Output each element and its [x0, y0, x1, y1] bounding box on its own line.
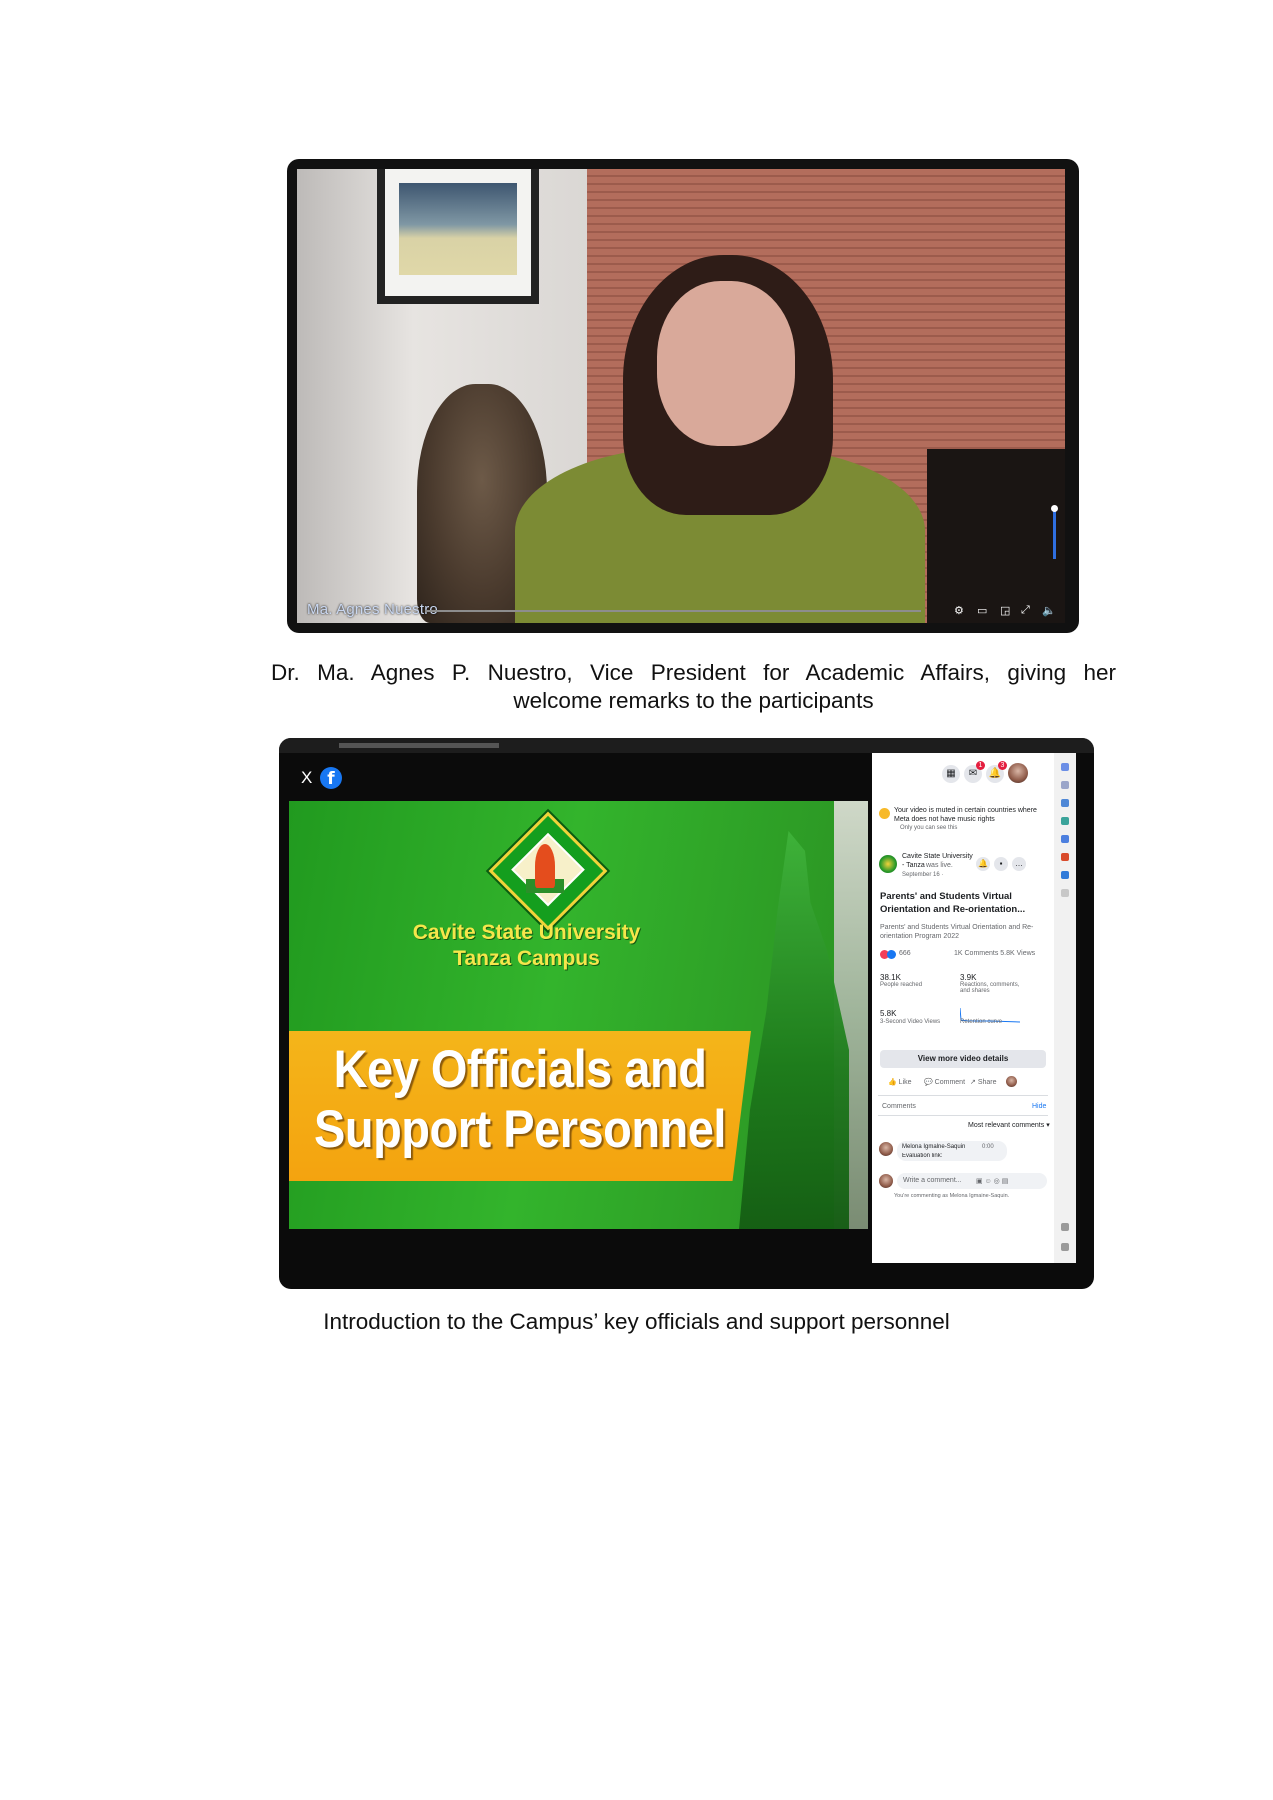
close-icon[interactable]: X	[301, 768, 312, 788]
divider	[878, 1095, 1048, 1096]
fullscreen-icon[interactable]: ⤢	[1021, 604, 1030, 617]
framed-picture	[377, 169, 539, 304]
stat-value-views: 5.8K	[880, 1009, 897, 1018]
volume-handle[interactable]	[1051, 505, 1058, 512]
add-icon[interactable]	[1061, 889, 1069, 897]
seal-torch-icon	[535, 844, 555, 888]
share-label: Share	[977, 1079, 997, 1086]
commenting-as-note: You're commenting as Melona Igmaine-Saqu…	[894, 1193, 1010, 1199]
warning-icon	[879, 808, 890, 819]
bell-icon[interactable]: 🔔	[976, 857, 990, 871]
write-comment-placeholder[interactable]: Write a comment...	[903, 1177, 962, 1184]
speaker-face	[657, 281, 795, 446]
figure1-caption-line2: welcome remarks to the participants	[513, 688, 874, 713]
facebook-live-screenshot: X f Cavite State University Tanza Campus…	[279, 738, 1094, 1289]
my-avatar	[879, 1174, 893, 1188]
save-icon[interactable]: ▪	[994, 857, 1008, 871]
comment-tools-icons[interactable]: ▣ ☺ ◎ ▤	[976, 1177, 1008, 1185]
hide-comments-link[interactable]: Hide	[1032, 1103, 1046, 1110]
slide-campus-name: Tanza Campus	[453, 947, 600, 970]
like-label: Like	[898, 1079, 912, 1086]
sidebar-layout-icon[interactable]	[1061, 1223, 1069, 1231]
page-avatar[interactable]	[879, 855, 897, 873]
comment-icon: 💬	[924, 1079, 935, 1086]
tools-icon[interactable]	[1061, 799, 1069, 807]
search-icon[interactable]	[1061, 763, 1069, 771]
divider	[878, 1115, 1048, 1116]
banner-line1: Key Officials and	[333, 1038, 707, 1099]
favorites-icon[interactable]	[1061, 781, 1069, 789]
settings-gear-icon[interactable]: ⚙	[954, 604, 964, 617]
settings-icon[interactable]	[1061, 1243, 1069, 1251]
commenter-name[interactable]: Melona Igmalne-Saquin	[902, 1144, 965, 1150]
like-icon: 👍	[888, 1079, 899, 1086]
stat-value-reached: 38.1K	[880, 973, 901, 982]
more-options-icon[interactable]: …	[1012, 857, 1026, 871]
comment-button[interactable]: 💬 Comment	[924, 1078, 965, 1086]
title-banner: Key Officials and Support Personnel	[289, 1031, 751, 1181]
post-desc-line2: orientation Program 2022	[880, 933, 959, 940]
shopping-icon[interactable]	[1061, 817, 1069, 825]
comment-label: Comment	[934, 1079, 966, 1086]
view-video-details-button[interactable]: View more video details	[880, 1050, 1046, 1068]
browser-tab-strip	[279, 738, 1094, 753]
post-title-line2: Orientation and Re-orientation...	[880, 904, 1026, 915]
chair-back	[927, 449, 1065, 623]
figure2-caption: Introduction to the Campus’ key official…	[323, 1309, 950, 1334]
was-live-text: was live.	[926, 862, 953, 869]
comment-preview: Evaluation link:	[902, 1153, 943, 1159]
profile-avatar[interactable]	[1008, 763, 1028, 783]
comment-sort-dropdown[interactable]: Most relevant comments ▾	[968, 1121, 1050, 1129]
monument-silhouette	[739, 831, 849, 1229]
stat-label-views: 3-Second Video Views	[880, 1019, 941, 1025]
mute-notice-line1: Your video is muted in certain countries…	[894, 807, 1037, 814]
speaker-volume-icon[interactable]: 🔈	[1042, 604, 1056, 617]
video-progress-bar[interactable]	[425, 610, 921, 612]
comments-heading: Comments	[882, 1103, 916, 1110]
messenger-badge: 1	[976, 761, 985, 770]
mute-notice-line2: Meta does not have music rights	[894, 816, 995, 823]
browser-side-toolbar	[1054, 753, 1076, 1263]
menu-grid-icon[interactable]: ▦	[942, 765, 960, 783]
post-title-line1: Parents' and Students Virtual	[880, 891, 1012, 902]
facebook-logo-icon[interactable]: f	[320, 767, 342, 789]
commenter-avatar[interactable]	[879, 1142, 893, 1156]
facebook-post-panel: ▦ ✉ 1 🔔 3 Your video is muted in certain…	[872, 753, 1054, 1263]
games-icon[interactable]	[1061, 835, 1069, 843]
stat-label-reached: People reached	[880, 982, 923, 988]
post-desc-line1: Parents' and Students Virtual Orientatio…	[880, 924, 1034, 931]
office-icon[interactable]	[1061, 853, 1069, 861]
page-name-line2[interactable]: - Tanza	[902, 862, 925, 869]
volume-slider[interactable]	[1053, 509, 1056, 559]
post-date: September 16 ·	[902, 872, 944, 878]
comments-views-count[interactable]: 1K Comments 5.8K Views	[954, 950, 1035, 957]
notifications-badge: 3	[998, 761, 1007, 770]
mute-notice-sub: Only you can see this	[900, 825, 958, 831]
share-button[interactable]: ↗ Share	[970, 1078, 997, 1086]
outlook-icon[interactable]	[1061, 871, 1069, 879]
page-name-line1[interactable]: Cavite State University	[902, 853, 973, 860]
react-as-avatar[interactable]	[1006, 1076, 1017, 1087]
stat-label-retention: Retention curve	[960, 1019, 1003, 1025]
slide-university-name: Cavite State University	[412, 921, 641, 944]
banner-line2: Support Personnel	[314, 1098, 726, 1159]
speaker-name-overlay: Ma. Agnes Nuestro	[307, 601, 438, 618]
video-frame: Ma. Agnes Nuestro ⚙ ▭ ◲ ⤢ 🔈	[297, 169, 1065, 623]
figure1-caption-line1: Dr. Ma. Agnes P. Nuestro, Vice President…	[271, 660, 1116, 685]
stat-value-engagement: 3.9K	[960, 973, 977, 982]
video-call-screenshot: Ma. Agnes Nuestro ⚙ ▭ ◲ ⤢ 🔈	[287, 159, 1079, 633]
share-icon: ↗	[970, 1079, 978, 1086]
pip-icon[interactable]: ◲	[1000, 604, 1010, 617]
like-button[interactable]: 👍 Like	[888, 1078, 912, 1086]
like-reaction-icon	[887, 950, 896, 959]
presentation-slide: Cavite State University Tanza Campus Key…	[289, 801, 868, 1229]
stat-label-engagement: Reactions, comments, and shares	[960, 982, 1020, 994]
captions-icon[interactable]: ▭	[977, 604, 987, 617]
comment-timestamp[interactable]: 0:00	[982, 1144, 994, 1150]
reaction-count[interactable]: 666	[899, 950, 911, 957]
